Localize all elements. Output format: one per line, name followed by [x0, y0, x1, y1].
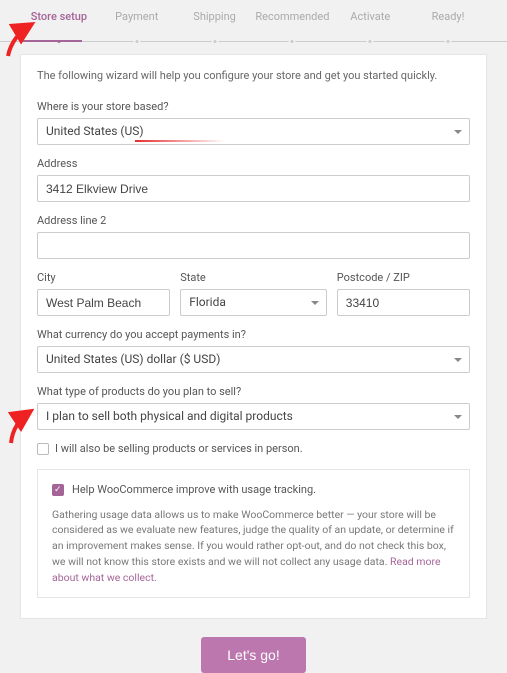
step-ready[interactable]: Ready! — [409, 10, 487, 41]
step-payment[interactable]: Payment — [98, 10, 176, 41]
chevron-down-icon — [454, 358, 462, 362]
state-select[interactable]: Florida — [180, 289, 327, 316]
city-label: City — [37, 271, 170, 284]
step-dot-icon — [289, 38, 296, 45]
step-dot-icon — [211, 38, 218, 45]
address-input[interactable] — [37, 175, 470, 202]
step-label: Shipping — [193, 10, 236, 23]
state-label: State — [180, 271, 327, 284]
step-dot-icon — [367, 38, 374, 45]
tracking-box: Help WooCommerce improve with usage trac… — [37, 469, 470, 598]
intro-text: The following wizard will help you confi… — [37, 69, 470, 82]
in-person-checkbox[interactable] — [37, 443, 49, 455]
step-label: Store setup — [31, 10, 87, 23]
store-setup-card: The following wizard will help you confi… — [20, 54, 487, 619]
chevron-down-icon — [454, 130, 462, 134]
chevron-down-icon — [454, 415, 462, 419]
address2-label: Address line 2 — [37, 214, 470, 227]
lets-go-button[interactable]: Let's go! — [201, 637, 306, 673]
step-store-setup[interactable]: Store setup — [20, 10, 98, 41]
store-location-select[interactable]: United States (US) — [37, 118, 470, 145]
in-person-label: I will also be selling products or servi… — [55, 442, 303, 455]
step-activate[interactable]: Activate — [331, 10, 409, 41]
tracking-title: Help WooCommerce improve with usage trac… — [72, 482, 316, 499]
in-person-row[interactable]: I will also be selling products or servi… — [37, 442, 470, 455]
zip-label: Postcode / ZIP — [337, 271, 470, 284]
step-dot-icon — [133, 38, 140, 45]
address-label: Address — [37, 157, 470, 170]
step-recommended[interactable]: Recommended — [253, 10, 331, 41]
currency-select[interactable]: United States (US) dollar ($ USD) — [37, 346, 470, 373]
step-label: Payment — [115, 10, 158, 23]
step-label: Activate — [350, 10, 390, 23]
product-type-select[interactable]: I plan to sell both physical and digital… — [37, 403, 470, 430]
chevron-down-icon — [311, 301, 319, 305]
wizard-steps: Store setup Payment Shipping Recommended Act… — [0, 0, 507, 42]
currency-label: What currency do you accept payments in? — [37, 328, 470, 341]
step-label: Recommended — [255, 10, 329, 23]
zip-input[interactable] — [337, 289, 470, 316]
store-location-label: Where is your store based? — [37, 100, 470, 113]
address2-input[interactable] — [37, 232, 470, 259]
step-shipping[interactable]: Shipping — [176, 10, 254, 41]
step-label: Ready! — [432, 10, 465, 23]
step-dot-icon — [445, 38, 452, 45]
city-input[interactable] — [37, 289, 170, 316]
tracking-checkbox[interactable] — [52, 484, 64, 496]
product-type-label: What type of products do you plan to sel… — [37, 385, 470, 398]
